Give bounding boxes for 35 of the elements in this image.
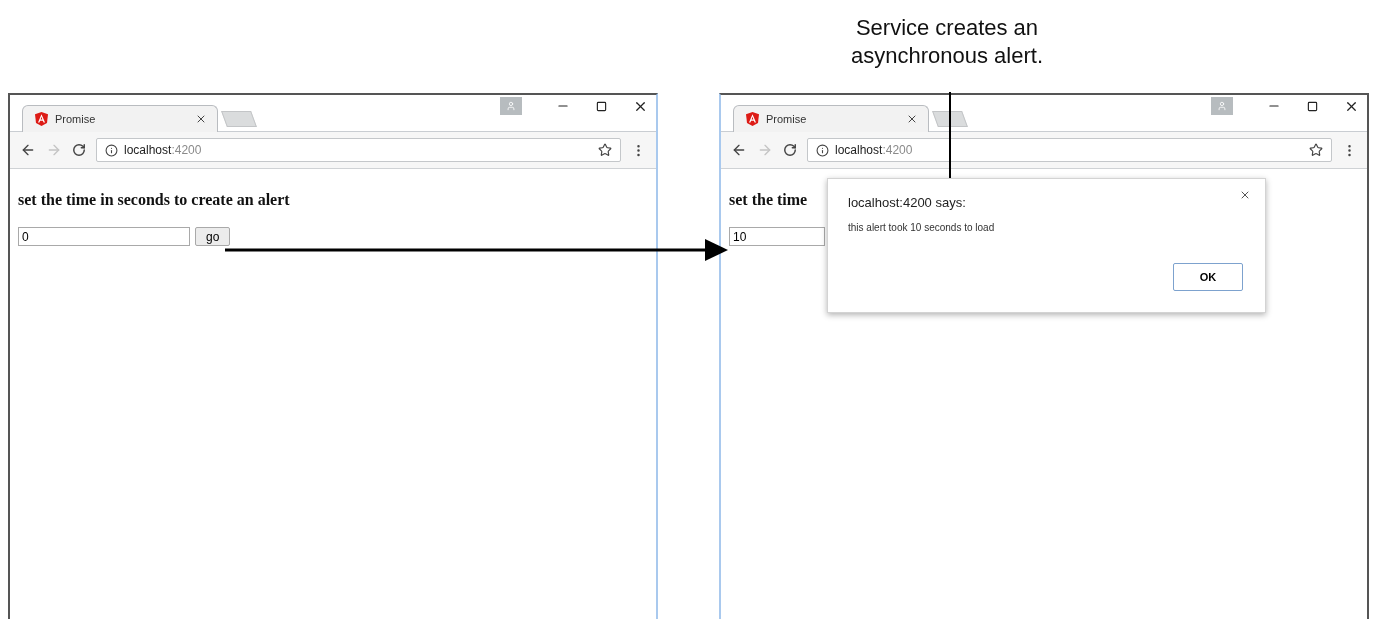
new-tab-button[interactable] [932, 111, 968, 127]
info-icon[interactable] [105, 143, 118, 157]
tab-title: Promise [766, 113, 808, 125]
go-button[interactable]: go [195, 227, 231, 246]
close-icon[interactable] [1239, 189, 1251, 201]
seconds-input[interactable]: 0 [18, 227, 190, 246]
browser-tab[interactable]: Promise [733, 105, 929, 132]
star-icon[interactable] [598, 143, 612, 157]
close-icon[interactable] [906, 113, 918, 125]
url-text: localhost:4200 [835, 143, 913, 157]
dialog-title: localhost:4200 says: [848, 195, 967, 210]
star-icon[interactable] [1309, 143, 1323, 157]
shield-logo-icon [746, 112, 759, 126]
back-icon[interactable] [20, 142, 36, 158]
url-text: localhost:4200 [124, 143, 202, 157]
ok-button[interactable]: OK [1173, 263, 1243, 291]
address-bar[interactable]: localhost:4200 [807, 138, 1332, 162]
tab-title: Promise [55, 113, 97, 125]
user-icon [1217, 101, 1227, 111]
browser-tab[interactable]: Promise [22, 105, 218, 132]
page-heading: set the time in seconds to create an alert [18, 191, 290, 209]
maximize-icon[interactable] [1307, 100, 1318, 112]
page-heading: set the time [729, 191, 808, 209]
info-icon[interactable] [816, 143, 829, 157]
close-icon[interactable] [195, 113, 207, 125]
seconds-input[interactable]: 10 [729, 227, 825, 246]
reload-icon[interactable] [783, 143, 797, 157]
back-icon[interactable] [731, 142, 747, 158]
user-icon [506, 101, 516, 111]
address-bar[interactable]: localhost:4200 [96, 138, 621, 162]
shield-logo-icon [35, 112, 48, 126]
reload-icon[interactable] [72, 143, 86, 157]
dialog-message: this alert took 10 seconds to load [848, 222, 996, 233]
maximize-icon[interactable] [596, 100, 607, 112]
callout-caption: Service creates an asynchronous alert. [850, 14, 1044, 70]
